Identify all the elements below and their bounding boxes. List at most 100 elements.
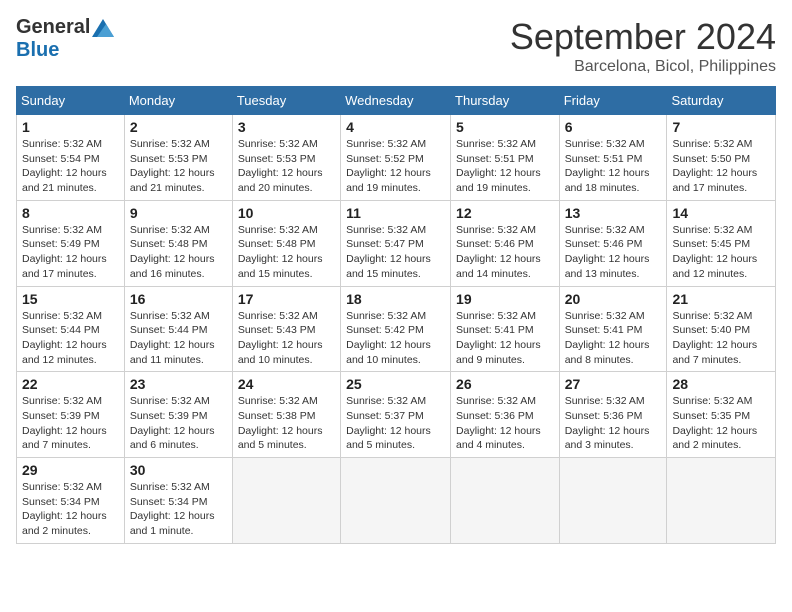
table-row: 16 Sunrise: 5:32 AM Sunset: 5:44 PM Dayl… — [124, 286, 232, 372]
table-row: 19 Sunrise: 5:32 AM Sunset: 5:41 PM Dayl… — [451, 286, 560, 372]
logo-blue: Blue — [16, 39, 59, 62]
day-number: 1 — [22, 119, 119, 135]
day-info: Sunrise: 5:32 AM Sunset: 5:41 PM Dayligh… — [456, 309, 554, 368]
day-number: 14 — [672, 205, 770, 221]
col-saturday: Saturday — [667, 87, 776, 115]
table-row: 20 Sunrise: 5:32 AM Sunset: 5:41 PM Dayl… — [559, 286, 667, 372]
day-number: 6 — [565, 119, 662, 135]
table-row — [451, 458, 560, 544]
day-info: Sunrise: 5:32 AM Sunset: 5:48 PM Dayligh… — [130, 223, 227, 282]
day-number: 26 — [456, 376, 554, 392]
calendar-header-row: Sunday Monday Tuesday Wednesday Thursday… — [17, 87, 776, 115]
day-number: 13 — [565, 205, 662, 221]
table-row: 24 Sunrise: 5:32 AM Sunset: 5:38 PM Dayl… — [232, 372, 340, 458]
month-title: September 2024 — [510, 16, 776, 58]
day-number: 24 — [238, 376, 335, 392]
day-info: Sunrise: 5:32 AM Sunset: 5:41 PM Dayligh… — [565, 309, 662, 368]
table-row: 1 Sunrise: 5:32 AM Sunset: 5:54 PM Dayli… — [17, 115, 125, 201]
table-row: 21 Sunrise: 5:32 AM Sunset: 5:40 PM Dayl… — [667, 286, 776, 372]
day-info: Sunrise: 5:32 AM Sunset: 5:43 PM Dayligh… — [238, 309, 335, 368]
table-row — [667, 458, 776, 544]
day-number: 23 — [130, 376, 227, 392]
table-row: 30 Sunrise: 5:32 AM Sunset: 5:34 PM Dayl… — [124, 458, 232, 544]
col-thursday: Thursday — [451, 87, 560, 115]
day-number: 18 — [346, 291, 445, 307]
day-info: Sunrise: 5:32 AM Sunset: 5:49 PM Dayligh… — [22, 223, 119, 282]
logo-general: General — [16, 16, 90, 39]
day-info: Sunrise: 5:32 AM Sunset: 5:53 PM Dayligh… — [130, 137, 227, 196]
day-number: 16 — [130, 291, 227, 307]
col-monday: Monday — [124, 87, 232, 115]
col-sunday: Sunday — [17, 87, 125, 115]
day-info: Sunrise: 5:32 AM Sunset: 5:48 PM Dayligh… — [238, 223, 335, 282]
table-row: 15 Sunrise: 5:32 AM Sunset: 5:44 PM Dayl… — [17, 286, 125, 372]
day-info: Sunrise: 5:32 AM Sunset: 5:38 PM Dayligh… — [238, 394, 335, 453]
day-number: 5 — [456, 119, 554, 135]
day-info: Sunrise: 5:32 AM Sunset: 5:53 PM Dayligh… — [238, 137, 335, 196]
table-row: 5 Sunrise: 5:32 AM Sunset: 5:51 PM Dayli… — [451, 115, 560, 201]
calendar-week-row: 1 Sunrise: 5:32 AM Sunset: 5:54 PM Dayli… — [17, 115, 776, 201]
day-number: 27 — [565, 376, 662, 392]
table-row: 11 Sunrise: 5:32 AM Sunset: 5:47 PM Dayl… — [341, 200, 451, 286]
day-number: 2 — [130, 119, 227, 135]
calendar-table: Sunday Monday Tuesday Wednesday Thursday… — [16, 86, 776, 544]
location: Barcelona, Bicol, Philippines — [510, 58, 776, 76]
day-number: 20 — [565, 291, 662, 307]
day-number: 21 — [672, 291, 770, 307]
day-number: 15 — [22, 291, 119, 307]
calendar-week-row: 15 Sunrise: 5:32 AM Sunset: 5:44 PM Dayl… — [17, 286, 776, 372]
day-info: Sunrise: 5:32 AM Sunset: 5:39 PM Dayligh… — [22, 394, 119, 453]
day-info: Sunrise: 5:32 AM Sunset: 5:37 PM Dayligh… — [346, 394, 445, 453]
table-row: 10 Sunrise: 5:32 AM Sunset: 5:48 PM Dayl… — [232, 200, 340, 286]
table-row: 9 Sunrise: 5:32 AM Sunset: 5:48 PM Dayli… — [124, 200, 232, 286]
day-info: Sunrise: 5:32 AM Sunset: 5:44 PM Dayligh… — [130, 309, 227, 368]
logo-icon — [92, 19, 114, 37]
table-row: 18 Sunrise: 5:32 AM Sunset: 5:42 PM Dayl… — [341, 286, 451, 372]
day-info: Sunrise: 5:32 AM Sunset: 5:36 PM Dayligh… — [565, 394, 662, 453]
table-row: 23 Sunrise: 5:32 AM Sunset: 5:39 PM Dayl… — [124, 372, 232, 458]
day-number: 25 — [346, 376, 445, 392]
day-info: Sunrise: 5:32 AM Sunset: 5:34 PM Dayligh… — [130, 480, 227, 539]
day-info: Sunrise: 5:32 AM Sunset: 5:39 PM Dayligh… — [130, 394, 227, 453]
page-header: General Blue September 2024 Barcelona, B… — [16, 16, 776, 76]
day-info: Sunrise: 5:32 AM Sunset: 5:44 PM Dayligh… — [22, 309, 119, 368]
day-number: 12 — [456, 205, 554, 221]
table-row: 8 Sunrise: 5:32 AM Sunset: 5:49 PM Dayli… — [17, 200, 125, 286]
day-info: Sunrise: 5:32 AM Sunset: 5:42 PM Dayligh… — [346, 309, 445, 368]
day-number: 17 — [238, 291, 335, 307]
table-row: 22 Sunrise: 5:32 AM Sunset: 5:39 PM Dayl… — [17, 372, 125, 458]
table-row: 14 Sunrise: 5:32 AM Sunset: 5:45 PM Dayl… — [667, 200, 776, 286]
table-row: 25 Sunrise: 5:32 AM Sunset: 5:37 PM Dayl… — [341, 372, 451, 458]
calendar-week-row: 8 Sunrise: 5:32 AM Sunset: 5:49 PM Dayli… — [17, 200, 776, 286]
table-row: 13 Sunrise: 5:32 AM Sunset: 5:46 PM Dayl… — [559, 200, 667, 286]
table-row: 4 Sunrise: 5:32 AM Sunset: 5:52 PM Dayli… — [341, 115, 451, 201]
day-info: Sunrise: 5:32 AM Sunset: 5:54 PM Dayligh… — [22, 137, 119, 196]
title-section: September 2024 Barcelona, Bicol, Philipp… — [510, 16, 776, 76]
table-row: 2 Sunrise: 5:32 AM Sunset: 5:53 PM Dayli… — [124, 115, 232, 201]
day-number: 9 — [130, 205, 227, 221]
col-friday: Friday — [559, 87, 667, 115]
day-info: Sunrise: 5:32 AM Sunset: 5:34 PM Dayligh… — [22, 480, 119, 539]
col-wednesday: Wednesday — [341, 87, 451, 115]
table-row: 7 Sunrise: 5:32 AM Sunset: 5:50 PM Dayli… — [667, 115, 776, 201]
day-info: Sunrise: 5:32 AM Sunset: 5:46 PM Dayligh… — [565, 223, 662, 282]
day-info: Sunrise: 5:32 AM Sunset: 5:45 PM Dayligh… — [672, 223, 770, 282]
day-info: Sunrise: 5:32 AM Sunset: 5:51 PM Dayligh… — [565, 137, 662, 196]
day-number: 10 — [238, 205, 335, 221]
day-number: 28 — [672, 376, 770, 392]
table-row — [232, 458, 340, 544]
day-info: Sunrise: 5:32 AM Sunset: 5:36 PM Dayligh… — [456, 394, 554, 453]
day-info: Sunrise: 5:32 AM Sunset: 5:35 PM Dayligh… — [672, 394, 770, 453]
table-row: 28 Sunrise: 5:32 AM Sunset: 5:35 PM Dayl… — [667, 372, 776, 458]
day-number: 19 — [456, 291, 554, 307]
table-row: 12 Sunrise: 5:32 AM Sunset: 5:46 PM Dayl… — [451, 200, 560, 286]
calendar-week-row: 29 Sunrise: 5:32 AM Sunset: 5:34 PM Dayl… — [17, 458, 776, 544]
table-row: 6 Sunrise: 5:32 AM Sunset: 5:51 PM Dayli… — [559, 115, 667, 201]
table-row: 3 Sunrise: 5:32 AM Sunset: 5:53 PM Dayli… — [232, 115, 340, 201]
table-row: 17 Sunrise: 5:32 AM Sunset: 5:43 PM Dayl… — [232, 286, 340, 372]
day-number: 22 — [22, 376, 119, 392]
day-info: Sunrise: 5:32 AM Sunset: 5:46 PM Dayligh… — [456, 223, 554, 282]
day-info: Sunrise: 5:32 AM Sunset: 5:51 PM Dayligh… — [456, 137, 554, 196]
day-info: Sunrise: 5:32 AM Sunset: 5:52 PM Dayligh… — [346, 137, 445, 196]
day-info: Sunrise: 5:32 AM Sunset: 5:47 PM Dayligh… — [346, 223, 445, 282]
